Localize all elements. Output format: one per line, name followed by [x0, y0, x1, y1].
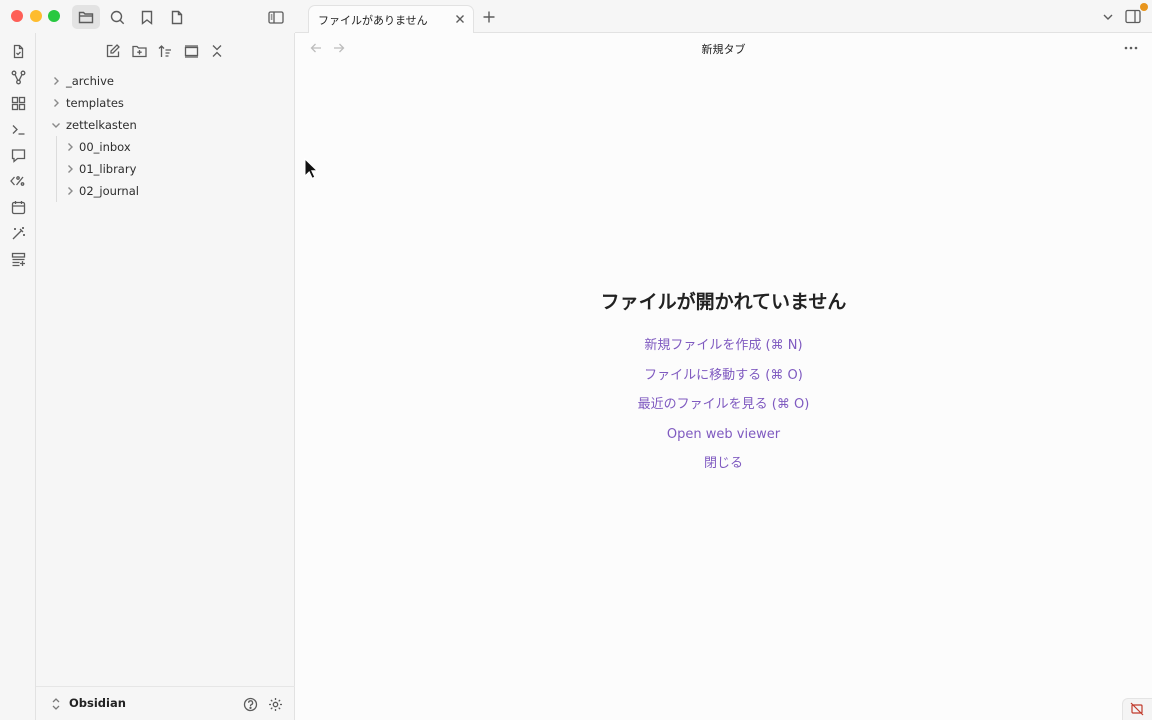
terminal-icon[interactable]: [8, 119, 28, 139]
go-to-file-link[interactable]: ファイルに移動する (⌘ O): [295, 365, 1152, 395]
mouse-cursor-icon: [304, 158, 318, 179]
sync-off-icon[interactable]: [1130, 702, 1144, 716]
file-explorer-toolbar: [36, 39, 295, 63]
tab-active[interactable]: ファイルがありません: [308, 5, 474, 33]
close-link[interactable]: 閉じる: [295, 453, 1152, 483]
calendar-icon[interactable]: [8, 197, 28, 217]
right-sidebar-toggle-icon[interactable]: [1125, 9, 1141, 24]
collapse-all-icon[interactable]: [207, 41, 227, 61]
more-options-icon[interactable]: [1124, 46, 1138, 50]
tree-item-label: 00_inbox: [79, 140, 131, 154]
file-icon[interactable]: [163, 5, 191, 29]
chevron-down-icon: [52, 123, 60, 128]
chevron-right-icon: [68, 187, 73, 195]
recent-files-link[interactable]: 最近のファイルを見る (⌘ O): [295, 394, 1152, 424]
tree-item-label: 02_journal: [79, 184, 139, 198]
tab-title: ファイルがありません: [318, 14, 428, 27]
chevron-right-icon: [54, 99, 59, 107]
tree-folder-journal[interactable]: 02_journal: [36, 180, 295, 202]
ribbon: [0, 33, 36, 720]
vault-name[interactable]: Obsidian: [69, 696, 126, 710]
sidebar-toggle-icon[interactable]: [262, 5, 290, 29]
search-icon[interactable]: [103, 5, 131, 29]
minimize-window-button[interactable]: [30, 10, 42, 22]
app-window: _archive templates zettelkasten 00_inbox…: [0, 0, 1152, 720]
plus-icon[interactable]: [481, 9, 497, 25]
tree-item-label: zettelkasten: [66, 118, 137, 132]
canvas-icon[interactable]: [8, 93, 28, 113]
view-title: 新規タブ: [701, 43, 746, 56]
vault-switch-icon[interactable]: [51, 697, 61, 711]
update-indicator: [1140, 3, 1148, 11]
templater-icon[interactable]: [8, 171, 28, 191]
indent-guide: [56, 136, 57, 202]
create-new-file-link[interactable]: 新規ファイルを作成 (⌘ N): [295, 335, 1152, 365]
sort-icon[interactable]: [155, 41, 175, 61]
chevron-down-icon[interactable]: [1102, 11, 1114, 23]
settings-icon[interactable]: [266, 695, 284, 713]
file-explorer: _archive templates zettelkasten 00_inbox…: [36, 33, 295, 720]
tree-item-label: templates: [66, 96, 124, 110]
tree-item-label: 01_library: [79, 162, 137, 176]
auto-reveal-icon[interactable]: [181, 41, 201, 61]
tree-folder-zettelkasten[interactable]: zettelkasten: [36, 114, 295, 136]
close-icon[interactable]: [454, 13, 466, 25]
tree-item-label: _archive: [66, 74, 114, 88]
titlebar-left: [0, 0, 295, 33]
file-switcher-icon[interactable]: [8, 41, 28, 61]
new-folder-icon[interactable]: [129, 41, 149, 61]
folder-icon[interactable]: [72, 5, 100, 29]
comment-icon[interactable]: [8, 145, 28, 165]
chevron-right-icon: [68, 143, 73, 151]
tree-folder-templates[interactable]: templates: [36, 92, 295, 114]
bookmark-icon[interactable]: [133, 5, 161, 29]
graph-icon[interactable]: [8, 67, 28, 87]
vault-footer: Obsidian: [36, 686, 295, 720]
close-window-button[interactable]: [11, 10, 23, 22]
new-note-icon[interactable]: [103, 41, 123, 61]
tree-folder-inbox[interactable]: 00_inbox: [36, 136, 295, 158]
tree-folder-library[interactable]: 01_library: [36, 158, 295, 180]
sheets-icon[interactable]: [8, 249, 28, 269]
empty-state: ファイルが開かれていません 新規ファイルを作成 (⌘ N) ファイルに移動する …: [295, 286, 1152, 483]
empty-state-actions: 新規ファイルを作成 (⌘ N) ファイルに移動する (⌘ O) 最近のファイルを…: [295, 335, 1152, 483]
empty-state-title: ファイルが開かれていません: [600, 291, 847, 313]
wand-icon[interactable]: [8, 223, 28, 243]
file-tree: _archive templates zettelkasten 00_inbox…: [36, 70, 295, 202]
chevron-right-icon: [68, 165, 73, 173]
zoom-window-button[interactable]: [48, 10, 60, 22]
view-header: 新規タブ: [295, 33, 1152, 63]
tab-bar: ファイルがありません: [295, 0, 1152, 33]
help-icon[interactable]: [241, 695, 259, 713]
chevron-right-icon: [54, 77, 59, 85]
tree-folder-archive[interactable]: _archive: [36, 70, 295, 92]
open-web-viewer-link[interactable]: Open web viewer: [295, 424, 1152, 454]
